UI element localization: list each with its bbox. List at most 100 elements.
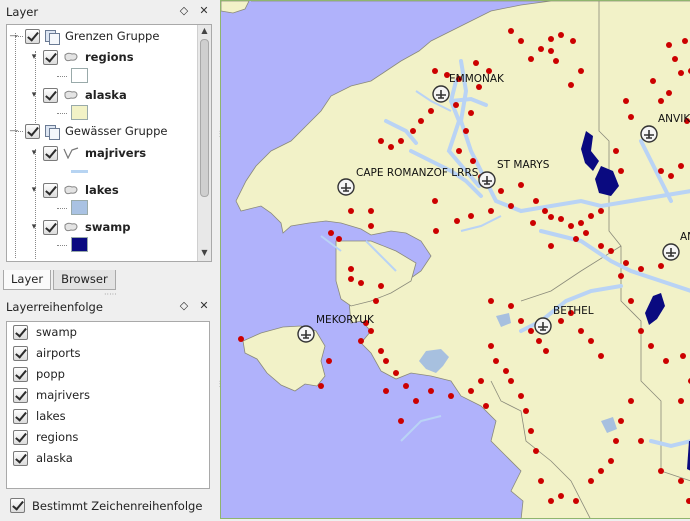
group-visibility-checkbox[interactable]: [25, 28, 40, 44]
population-point: [528, 428, 534, 434]
population-point: [623, 98, 629, 104]
airport-an: [662, 243, 680, 261]
order-item-checkbox[interactable]: [13, 429, 28, 445]
tree-layer-regions[interactable]: ▾ regions: [29, 48, 134, 66]
population-point: [478, 378, 484, 384]
scroll-up-icon[interactable]: ▲: [198, 25, 211, 37]
population-point: [473, 60, 479, 66]
population-point: [588, 213, 594, 219]
population-point: [348, 266, 354, 272]
order-item-checkbox[interactable]: [13, 408, 28, 424]
population-point: [483, 403, 489, 409]
group-visibility-checkbox[interactable]: [25, 123, 40, 139]
population-point: [508, 303, 514, 309]
layer-panel-title: Layer: [6, 5, 39, 19]
tree-layer-alaska[interactable]: ▾ alaska: [29, 86, 127, 104]
layer-visibility-checkbox[interactable]: [43, 182, 58, 198]
population-point: [488, 298, 494, 304]
collapse-arrow-icon[interactable]: ▾: [29, 185, 39, 195]
rendering-order-checkbox[interactable]: [10, 498, 25, 513]
tree-group-gewaesser[interactable]: — Gewässer Gruppe: [9, 122, 167, 140]
airport-mekoryuk: [297, 325, 315, 343]
population-point: [558, 318, 564, 324]
layer-tree[interactable]: — Grenzen Gruppe ▾ regions ▾ alaska — Ge…: [6, 24, 212, 262]
population-point: [608, 248, 614, 254]
order-item[interactable]: popp: [13, 365, 65, 383]
order-item[interactable]: airports: [13, 344, 81, 362]
layer-visibility-checkbox[interactable]: [43, 49, 58, 65]
map-canvas[interactable]: EMMONAK ANVIK CAPE ROMANZOF LRRS ST MARY…: [220, 0, 690, 519]
population-point: [413, 398, 419, 404]
collapse-arrow-icon[interactable]: ▾: [29, 222, 39, 232]
order-item[interactable]: majrivers: [13, 386, 90, 404]
collapse-arrow-icon[interactable]: ▾: [29, 90, 39, 100]
population-point: [403, 383, 409, 389]
layer-visibility-checkbox[interactable]: [43, 145, 58, 161]
population-point: [558, 216, 564, 222]
order-item[interactable]: lakes: [13, 407, 66, 425]
tree-layer-swamp[interactable]: ▾ swamp: [29, 218, 130, 236]
close-panel-icon[interactable]: ✕: [198, 299, 210, 312]
population-point: [326, 358, 332, 364]
population-point: [498, 188, 504, 194]
order-item-checkbox[interactable]: [13, 345, 28, 361]
order-item[interactable]: regions: [13, 428, 78, 446]
population-point: [448, 393, 454, 399]
float-panel-icon[interactable]: ◇: [178, 299, 190, 312]
population-point: [328, 230, 334, 236]
population-point: [658, 468, 664, 474]
population-point: [628, 298, 634, 304]
population-point: [623, 260, 629, 266]
population-point: [548, 214, 554, 220]
order-item[interactable]: alaska: [13, 449, 73, 467]
population-point: [578, 68, 584, 74]
population-point: [518, 182, 524, 188]
order-item-checkbox[interactable]: [13, 387, 28, 403]
population-point: [583, 230, 589, 236]
tree-group-grenzen[interactable]: — Grenzen Gruppe: [9, 27, 159, 45]
population-point: [608, 458, 614, 464]
order-item-checkbox[interactable]: [13, 324, 28, 340]
scroll-down-icon[interactable]: ▼: [198, 247, 211, 259]
population-point: [348, 276, 354, 282]
control-rendering-order[interactable]: Bestimmt Zeichenreihenfolge: [10, 498, 202, 513]
layer-visibility-checkbox[interactable]: [43, 87, 58, 103]
collapse-arrow-icon[interactable]: ▾: [29, 148, 39, 158]
population-point: [533, 448, 539, 454]
population-point: [432, 68, 438, 74]
order-item-checkbox[interactable]: [13, 450, 28, 466]
tree-layer-lakes[interactable]: ▾ lakes: [29, 181, 119, 199]
layer-label: swamp: [85, 220, 131, 234]
layer-order-list[interactable]: swamp airports popp majrivers lakes regi…: [6, 321, 210, 489]
tab-layer[interactable]: Layer: [3, 270, 52, 290]
float-panel-icon[interactable]: ◇: [178, 4, 190, 17]
map-label-bethel: BETHEL: [553, 305, 594, 317]
order-panel-title-bar: Layerreihenfolge ◇ ✕: [0, 297, 216, 317]
collapse-arrow-icon[interactable]: ▾: [29, 52, 39, 62]
scrollbar-thumb[interactable]: [200, 39, 209, 197]
population-point: [628, 114, 634, 120]
population-point: [318, 383, 324, 389]
close-panel-icon[interactable]: ✕: [198, 4, 210, 17]
population-point: [536, 338, 542, 344]
map-svg[interactable]: EMMONAK ANVIK CAPE ROMANZOF LRRS ST MARY…: [221, 1, 690, 519]
polygon-layer-icon: [64, 90, 78, 100]
population-point: [468, 388, 474, 394]
population-point: [678, 398, 684, 404]
population-point: [578, 328, 584, 334]
collapse-arrow-icon[interactable]: —: [9, 31, 19, 41]
order-item-checkbox[interactable]: [13, 366, 28, 382]
collapse-arrow-icon[interactable]: —: [9, 126, 19, 136]
tree-layer-majrivers[interactable]: ▾ majrivers: [29, 144, 146, 162]
population-point: [618, 418, 624, 424]
population-point: [470, 158, 476, 164]
population-point: [488, 208, 494, 214]
layer-tree-scrollbar[interactable]: ▲ ▼: [197, 25, 211, 261]
legend-swatch-alaska: [71, 105, 88, 120]
order-item[interactable]: swamp: [13, 323, 77, 341]
tab-browser[interactable]: Browser: [53, 270, 116, 290]
layer-label: regions: [85, 50, 134, 64]
population-point: [528, 56, 534, 62]
top-land-polygon: [221, 1, 250, 14]
layer-visibility-checkbox[interactable]: [43, 219, 58, 235]
